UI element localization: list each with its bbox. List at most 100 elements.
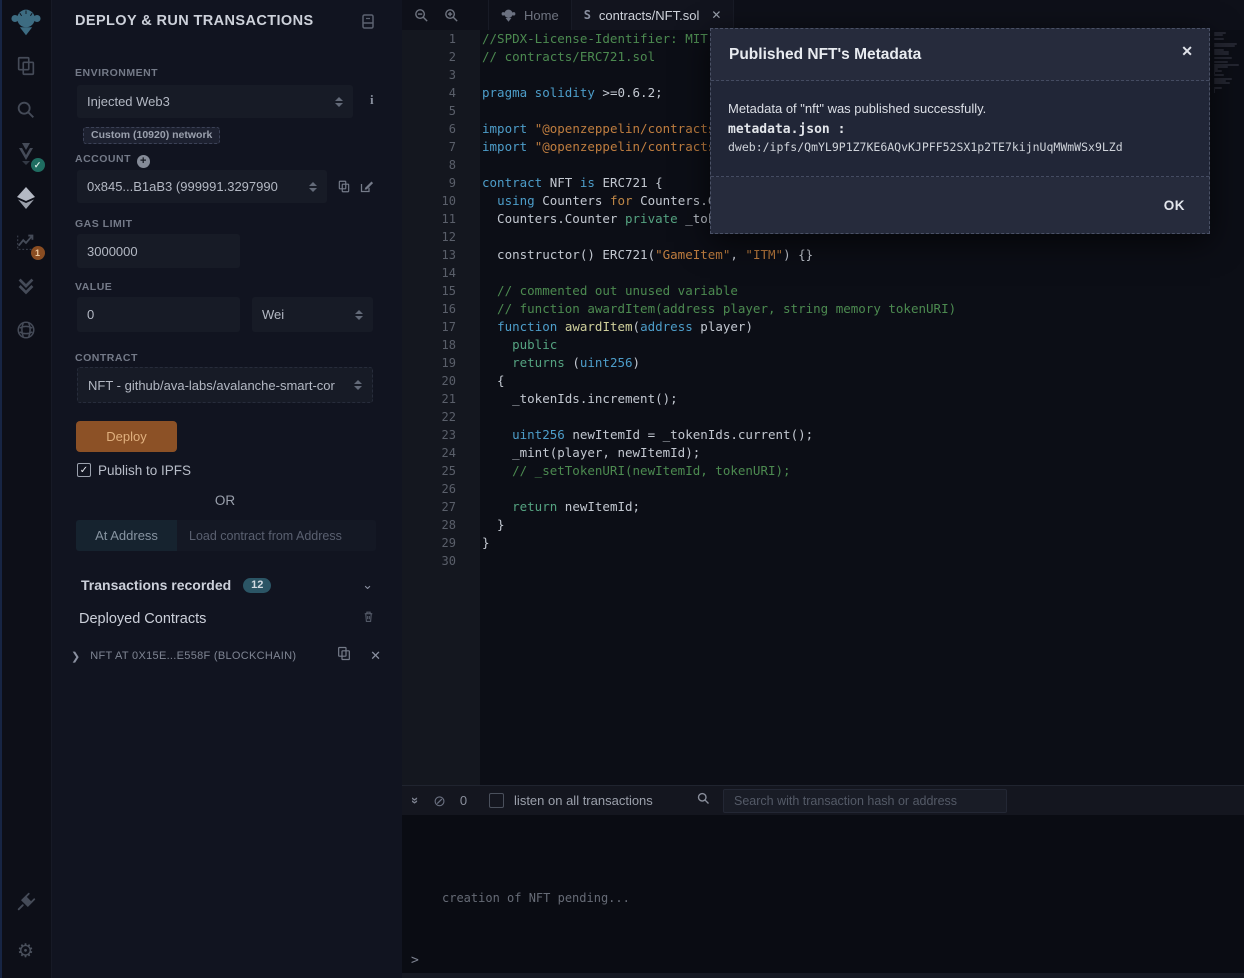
value-unit-select[interactable]: Wei (252, 297, 373, 332)
line-number: 7 (402, 138, 480, 156)
deployed-contracts-row: Deployed Contracts (79, 609, 375, 629)
copy-contract-icon[interactable] (336, 645, 352, 667)
trash-icon[interactable] (362, 609, 375, 629)
environment-value: Injected Web3 (87, 94, 170, 109)
line-number: 20 (402, 372, 480, 390)
editor-tabbar: Home S contracts/NFT.sol ✕ (402, 0, 1244, 30)
account-select[interactable]: 0x845...B1aB3 (999991.3297990 (77, 170, 327, 203)
remove-contract-icon[interactable]: ✕ (370, 648, 381, 664)
settings-gear-icon[interactable]: ⚙ (11, 936, 41, 966)
contract-label: CONTRACT (75, 352, 138, 364)
line-number: 23 (402, 426, 480, 444)
close-tab-icon[interactable]: ✕ (711, 8, 721, 22)
terminal-bottom-strip (402, 973, 1244, 978)
line-number: 6 (402, 120, 480, 138)
environment-label: ENVIRONMENT (75, 67, 158, 79)
listen-transactions-label: listen on all transactions (514, 793, 653, 808)
code-line: } (482, 534, 1212, 552)
value-field (77, 297, 240, 332)
code-line: function awardItem(address player) (482, 318, 1212, 336)
stepper-icon (309, 182, 317, 192)
line-number: 18 (402, 336, 480, 354)
listen-transactions-checkbox[interactable] (489, 793, 504, 808)
minimap-line (1214, 45, 1235, 47)
line-number: 11 (402, 210, 480, 228)
line-number-gutter: 1234567891011121314151617181920212223242… (402, 30, 480, 785)
modal-title: Published NFT's Metadata (729, 46, 921, 64)
analytics-icon[interactable]: 1 (11, 227, 41, 257)
tab-home[interactable]: Home (488, 0, 572, 30)
account-value: 0x845...B1aB3 (999991.3297990 (87, 179, 278, 194)
deploy-run-icon[interactable] (11, 183, 41, 213)
panel-title: DEPLOY & RUN TRANSACTIONS (75, 13, 314, 29)
line-number: 21 (402, 390, 480, 408)
unit-testing-icon[interactable] (11, 271, 41, 301)
contract-select[interactable]: NFT - github/ava-labs/avalanche-smart-co… (77, 367, 373, 403)
at-address-input[interactable] (189, 528, 364, 543)
line-number: 8 (402, 156, 480, 174)
account-label: ACCOUNT+ (75, 153, 150, 168)
environment-select[interactable]: Injected Web3 (77, 85, 353, 118)
modal-filename: metadata.json : (728, 122, 1192, 137)
code-line (482, 552, 1212, 570)
network-badge: Custom (10920) network (83, 127, 220, 144)
code-line: // function awardItem(address player, st… (482, 300, 1212, 318)
contract-value: NFT - github/ava-labs/avalanche-smart-co… (88, 378, 335, 393)
gas-limit-input[interactable] (87, 244, 230, 259)
code-line (482, 264, 1212, 282)
solidity-compiler-icon[interactable]: ✓ (11, 139, 41, 169)
line-number: 2 (402, 48, 480, 66)
line-number: 4 (402, 84, 480, 102)
value-input[interactable] (87, 307, 230, 322)
pending-tx-count: 0 (460, 793, 467, 808)
deployed-contract-item[interactable]: ❯ NFT AT 0X15E...E558F (BLOCKCHAIN) ✕ (71, 645, 381, 667)
edit-account-icon[interactable] (359, 179, 374, 199)
code-line: // _setTokenURI(newItemId, tokenURI); (482, 462, 1212, 480)
terminal-search-input[interactable] (734, 794, 996, 808)
stepper-icon (355, 310, 363, 320)
line-number: 29 (402, 534, 480, 552)
clear-console-icon[interactable]: ⊘ (433, 792, 446, 810)
publish-ipfs-checkbox[interactable]: ✓ (77, 463, 91, 477)
check-icon: ✓ (80, 465, 88, 476)
expand-terminal-icon[interactable]: » (408, 797, 423, 804)
add-account-icon[interactable]: + (137, 155, 150, 168)
line-number: 17 (402, 318, 480, 336)
documentation-book-icon[interactable] (361, 14, 375, 34)
editor-minimap[interactable] (1214, 32, 1242, 232)
zoom-in-icon[interactable] (436, 0, 466, 30)
terminal-toolbar: » ⊘ 0 listen on all transactions (402, 785, 1244, 815)
modal-close-icon[interactable]: ✕ (1181, 43, 1193, 60)
gas-limit-label: GAS LIMIT (75, 218, 133, 230)
code-line: uint256 newItemId = _tokenIds.current(); (482, 426, 1212, 444)
line-number: 5 (402, 102, 480, 120)
deploy-button[interactable]: Deploy (76, 421, 177, 452)
at-address-button[interactable]: At Address (76, 520, 177, 551)
code-line (482, 408, 1212, 426)
deployed-contracts-label: Deployed Contracts (79, 611, 206, 627)
chevron-down-icon[interactable]: ⌄ (362, 577, 373, 593)
transactions-recorded-row[interactable]: Transactions recorded 12 ⌄ (81, 577, 373, 593)
info-icon[interactable]: i (370, 92, 374, 108)
search-icon[interactable] (11, 95, 41, 125)
line-number: 3 (402, 66, 480, 84)
tab-nft-sol[interactable]: S contracts/NFT.sol ✕ (572, 0, 735, 30)
terminal-prompt[interactable]: > (411, 953, 419, 968)
modal-footer: OK (711, 177, 1209, 233)
remix-logo-icon[interactable] (11, 7, 41, 37)
ok-button[interactable]: OK (1164, 198, 1185, 213)
line-number: 25 (402, 462, 480, 480)
tab-nft-sol-label: contracts/NFT.sol (599, 8, 699, 23)
icon-sidebar: ✓ 1 ⚙ (0, 0, 52, 978)
plugin-manager-icon[interactable] (11, 887, 41, 917)
file-explorer-icon[interactable] (11, 51, 41, 81)
chevron-right-icon[interactable]: ❯ (71, 650, 80, 663)
copy-account-icon[interactable] (337, 179, 351, 199)
zoom-out-icon[interactable] (406, 0, 436, 30)
publish-ipfs-label: Publish to IPFS (98, 463, 191, 478)
plugin-circle-icon[interactable] (11, 315, 41, 345)
code-line: // commented out unused variable (482, 282, 1212, 300)
code-line: _tokenIds.increment(); (482, 390, 1212, 408)
code-line: } (482, 516, 1212, 534)
code-line: public (482, 336, 1212, 354)
